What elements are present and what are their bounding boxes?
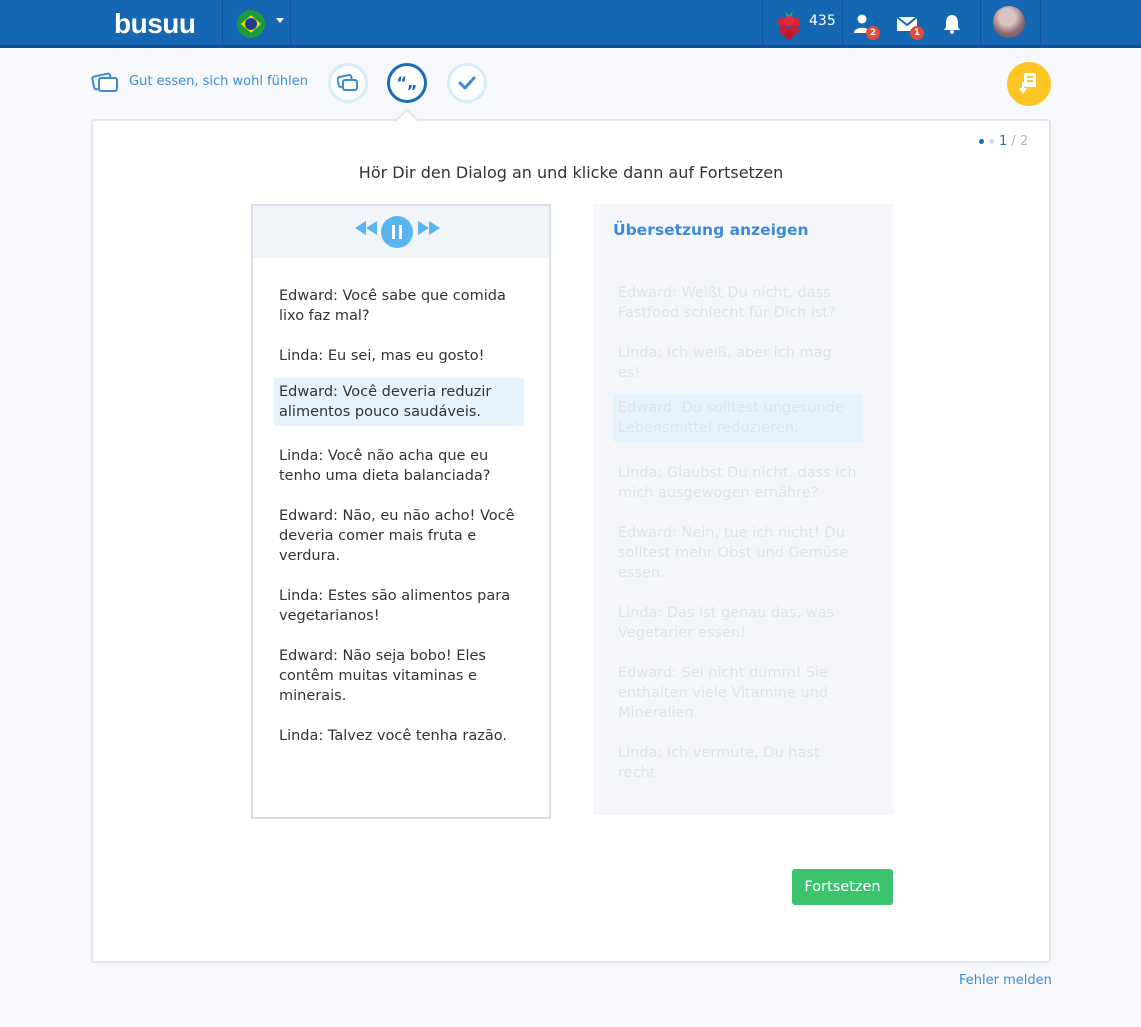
- dialogue-icon: “„: [396, 73, 417, 92]
- pause-button[interactable]: [381, 216, 413, 248]
- divider: [842, 0, 843, 48]
- lesson-cards-icon: [91, 72, 118, 92]
- translation-line: Edward: Weißt Du nicht, dass Fastfood sc…: [618, 285, 836, 321]
- fast-forward-icon[interactable]: [417, 220, 441, 236]
- instruction-text: Hör Dir den Dialog an und klicke dann au…: [358, 163, 784, 182]
- translation-panel: Übersetzung anzeigen Edward: Weißt Du ni…: [593, 204, 893, 815]
- translation-line: Linda: Ich weiß, aber ich mag es!: [618, 345, 832, 381]
- translation-line: Linda: Ich vermute, Du hast recht.: [618, 745, 820, 781]
- dialog-line[interactable]: Linda: Você não acha que eu tenho uma di…: [274, 442, 524, 490]
- notifications-icon[interactable]: [940, 12, 964, 36]
- brazil-flag-icon[interactable]: [237, 10, 265, 38]
- page-indicator: 1 / 2: [979, 134, 1028, 149]
- dialog-line[interactable]: Linda: Eu sei, mas eu gosto!: [274, 342, 524, 370]
- dialog-line[interactable]: Edward: Você sabe que comida lixo faz ma…: [274, 282, 524, 330]
- avatar[interactable]: [993, 6, 1025, 38]
- divider: [222, 0, 223, 48]
- divider: [762, 0, 763, 48]
- page-dot-active: [979, 139, 984, 144]
- pager-total: 2: [1019, 134, 1029, 149]
- divider: [290, 0, 291, 48]
- translation-line: Linda: Glaubst Du nicht, dass ich mich a…: [618, 465, 857, 501]
- divider: [1040, 0, 1041, 48]
- dialog-line[interactable]: Linda: Estes são alimentos para vegetari…: [274, 582, 524, 630]
- top-nav-bar: busuu 435 2 1: [0, 0, 1141, 48]
- berry-icon: [778, 11, 800, 40]
- busuu-logo[interactable]: busuu: [114, 8, 196, 40]
- messages-badge: 1: [910, 26, 924, 40]
- translation-line: Edward: Du solltest ungesunde Lebensmitt…: [613, 394, 863, 442]
- exercise-card: [91, 119, 1051, 963]
- rewind-icon[interactable]: [354, 220, 378, 236]
- help-button[interactable]: [1007, 62, 1051, 106]
- download-tip-icon: [1019, 73, 1036, 94]
- lesson-title[interactable]: Gut essen, sich wohl fühlen: [129, 74, 308, 89]
- continue-button[interactable]: Fortsetzen: [792, 869, 893, 905]
- step-dialogue[interactable]: “„: [387, 63, 427, 103]
- dropdown-caret-icon[interactable]: [276, 18, 284, 23]
- vocabulary-icon: [337, 74, 358, 91]
- dialog-line[interactable]: Edward: Não, eu não acho! Você deveria c…: [274, 502, 524, 570]
- divider: [980, 0, 981, 48]
- svg-text:“„: “„: [396, 73, 417, 92]
- page-dot: [989, 139, 994, 144]
- translation-line: Edward: Sei nicht dumm! Sie enthalten vi…: [618, 665, 829, 721]
- points-count: 435: [809, 13, 836, 29]
- pager-current: 1: [999, 134, 1008, 149]
- dialog-line[interactable]: Edward: Não seja bobo! Eles contêm muita…: [274, 642, 524, 710]
- dialog-line[interactable]: Edward: Você deveria reduzir alimentos p…: [274, 378, 524, 426]
- report-error-link[interactable]: Fehler melden: [959, 973, 1052, 988]
- translation-line: Edward: Nein, tue ich nicht! Du solltest…: [618, 525, 849, 581]
- step-vocabulary[interactable]: [328, 63, 368, 103]
- step-quiz[interactable]: [447, 63, 487, 103]
- quiz-check-icon: [458, 76, 476, 90]
- dialog-panel: Edward: Você sabe que comida lixo faz ma…: [251, 204, 551, 819]
- show-translation-link[interactable]: Übersetzung anzeigen: [613, 221, 809, 239]
- audio-player: [253, 206, 549, 258]
- dialog-line[interactable]: Linda: Talvez você tenha razão.: [274, 722, 524, 750]
- translation-line: Linda: Das ist genau das, was Vegetarier…: [618, 605, 835, 641]
- friends-badge: 2: [866, 26, 880, 40]
